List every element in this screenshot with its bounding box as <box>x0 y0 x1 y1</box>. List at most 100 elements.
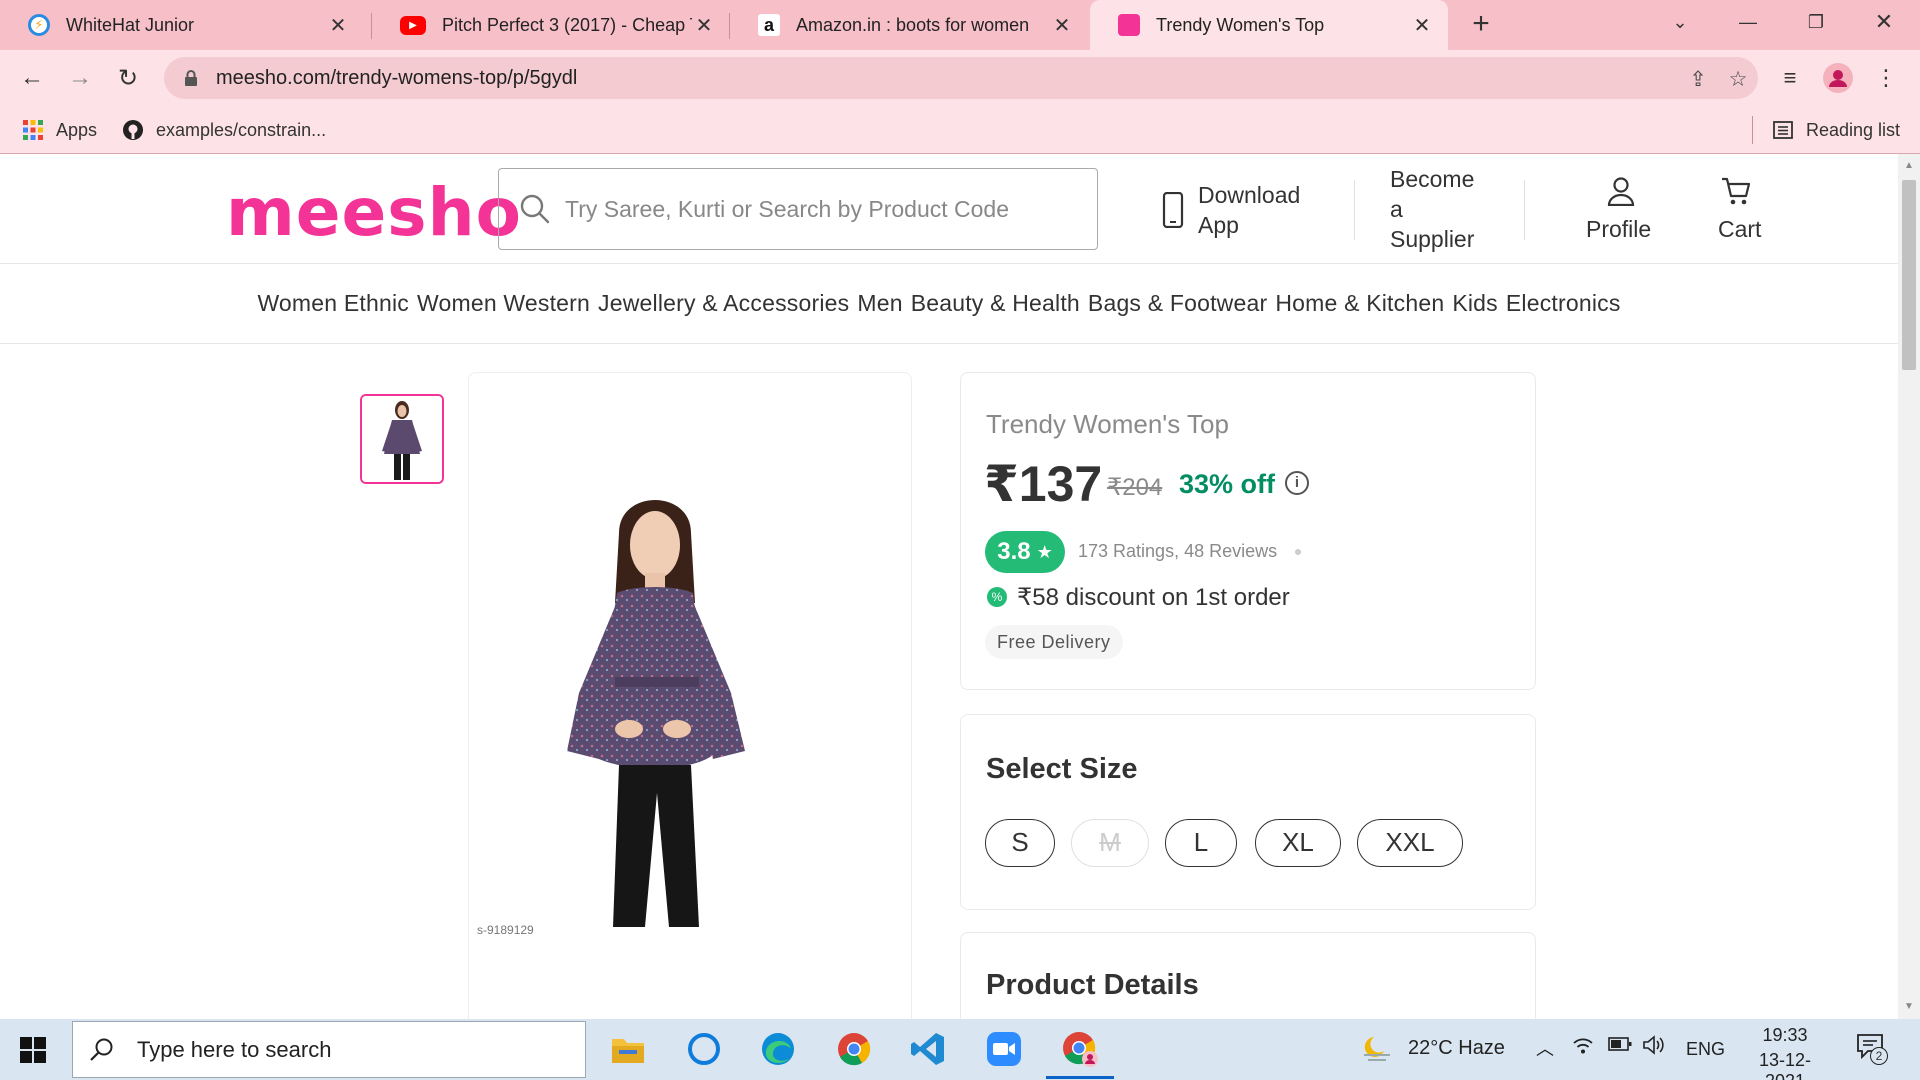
close-icon[interactable]: ✕ <box>326 13 350 38</box>
chrome-profile-icon[interactable] <box>1046 1029 1114 1079</box>
category-nav: Women Ethnic Women Western Jewellery & A… <box>0 264 1898 344</box>
price-card: Trendy Women's Top ₹137 ₹204 33% off i 3… <box>960 372 1536 690</box>
cart-link[interactable]: Cart <box>1712 176 1782 246</box>
vscode-icon[interactable] <box>908 1029 948 1069</box>
product-main-image[interactable]: s-9189129 <box>468 372 912 1019</box>
category-women-ethnic[interactable]: Women Ethnic <box>257 290 409 317</box>
browser-toolbar: ← → ↻ meesho.com/trendy-womens-top/p/5gy… <box>0 50 1920 106</box>
tab-title: Amazon.in : boots for women <box>796 14 1030 35</box>
tab-search-chevron-icon[interactable]: ⌄ <box>1650 0 1710 44</box>
weather-widget[interactable]: 22°C Haze <box>1360 1031 1520 1069</box>
category-kids[interactable]: Kids <box>1452 290 1498 317</box>
search-icon <box>520 194 550 224</box>
close-icon[interactable]: ✕ <box>692 13 716 38</box>
info-icon[interactable]: i <box>1285 471 1309 495</box>
download-app-link[interactable]: Download App <box>1160 178 1330 242</box>
cart-icon <box>1722 177 1751 205</box>
category-jewellery[interactable]: Jewellery & Accessories <box>598 290 849 317</box>
network-wifi-icon[interactable] <box>1572 1035 1594 1061</box>
file-explorer-icon[interactable] <box>608 1029 648 1069</box>
clock[interactable]: 19:33 13-12-2021 <box>1740 1025 1830 1080</box>
show-hidden-icons-chevron[interactable]: ︿ <box>1536 1035 1554 1061</box>
forward-button[interactable]: → <box>64 62 96 94</box>
size-s[interactable]: S <box>985 819 1055 867</box>
search-icon <box>90 1038 113 1061</box>
discount-percent-icon: % <box>987 587 1007 607</box>
tab-meesho[interactable]: Trendy Women's Top ✕ <box>1090 0 1448 50</box>
mobile-phone-icon <box>1162 192 1184 228</box>
profile-link[interactable]: Profile <box>1576 176 1666 246</box>
clock-time: 19:33 <box>1762 1025 1808 1045</box>
site-search-box[interactable] <box>498 168 1098 250</box>
reload-button[interactable]: ↻ <box>112 62 144 94</box>
menu-kebab-icon[interactable]: ⋮ <box>1870 62 1902 94</box>
bookmarks-bar: Apps examples/constrain... Reading list <box>0 106 1920 154</box>
notification-center-icon[interactable]: 2 <box>1856 1033 1892 1067</box>
size-xxl[interactable]: XXL <box>1357 819 1463 867</box>
category-beauty[interactable]: Beauty & Health <box>911 290 1080 317</box>
category-electronics[interactable]: Electronics <box>1506 290 1621 317</box>
size-l[interactable]: L <box>1165 819 1237 867</box>
scroll-thumb[interactable] <box>1902 180 1916 370</box>
tab-youtube[interactable]: ▶ Pitch Perfect 3 (2017) - Cheap Th ✕ <box>372 0 730 50</box>
zoom-icon[interactable] <box>984 1029 1024 1069</box>
tab-title: Pitch Perfect 3 (2017) - Cheap Th <box>442 14 692 35</box>
bookmark-examples[interactable]: examples/constrain... <box>122 116 326 144</box>
lock-icon[interactable] <box>184 70 198 86</box>
rating-value: 3.8 <box>997 538 1031 565</box>
category-women-western[interactable]: Women Western <box>417 290 590 317</box>
language-indicator[interactable]: ENG <box>1686 1039 1725 1060</box>
browser-chrome: ⚡ WhiteHat Junior ✕ ▶ Pitch Perfect 3 (2… <box>0 0 1920 154</box>
reading-list-icon <box>1773 121 1793 139</box>
scroll-up-arrow[interactable]: ▲ <box>1898 156 1920 176</box>
category-home[interactable]: Home & Kitchen <box>1275 290 1444 317</box>
reading-list-label: Reading list <box>1806 119 1901 140</box>
chrome-icon[interactable] <box>834 1029 874 1069</box>
become-supplier-link[interactable]: Become a Supplier <box>1390 162 1510 258</box>
product-sku: s-9189129 <box>477 923 534 937</box>
address-bar[interactable]: meesho.com/trendy-womens-top/p/5gydl ⇪ ☆ <box>164 57 1758 99</box>
github-icon <box>123 120 143 140</box>
bookmark-star-icon[interactable]: ☆ <box>1724 65 1752 93</box>
category-bags[interactable]: Bags & Footwear <box>1088 290 1267 317</box>
window-close-button[interactable]: ✕ <box>1854 0 1914 44</box>
new-tab-button[interactable]: + <box>1464 8 1498 42</box>
product-price: ₹137 <box>984 456 1103 512</box>
minimize-button[interactable]: — <box>1718 0 1778 44</box>
product-thumbnail[interactable] <box>360 394 444 484</box>
tab-whitehat[interactable]: ⚡ WhiteHat Junior ✕ <box>0 0 364 50</box>
restore-button[interactable]: ❐ <box>1786 0 1846 44</box>
reading-list-button[interactable]: Reading list <box>1772 116 1900 144</box>
edge-icon[interactable] <box>758 1029 798 1069</box>
share-icon[interactable]: ⇪ <box>1684 65 1712 93</box>
taskbar-search-box[interactable]: Type here to search <box>72 1021 586 1078</box>
youtube-icon: ▶ <box>400 15 426 35</box>
tab-amazon[interactable]: a Amazon.in : boots for women ✕ <box>730 0 1088 50</box>
scroll-down-arrow[interactable]: ▼ <box>1898 997 1920 1017</box>
meesho-logo[interactable]: meesho <box>226 174 522 251</box>
close-icon[interactable]: ✕ <box>1050 13 1074 38</box>
windows-start-icon[interactable] <box>20 1037 46 1063</box>
first-order-discount: ₹58 discount on 1st order <box>1017 584 1290 611</box>
page-scrollbar[interactable]: ▲ ▼ <box>1898 154 1920 1019</box>
bookmark-label: Apps <box>56 119 98 140</box>
profile-avatar-icon[interactable] <box>1822 62 1854 94</box>
category-men[interactable]: Men <box>857 290 902 317</box>
search-input[interactable] <box>565 195 1065 223</box>
cortana-icon[interactable] <box>684 1029 724 1069</box>
close-icon[interactable]: ✕ <box>1410 13 1434 38</box>
media-control-icon[interactable]: ≡ <box>1774 62 1806 94</box>
discount-percent: 33% off <box>1179 469 1276 499</box>
battery-icon[interactable] <box>1608 1035 1632 1058</box>
size-m: M <box>1071 819 1149 867</box>
product-details-title: Product Details <box>986 969 1199 1001</box>
volume-icon[interactable] <box>1642 1035 1666 1061</box>
back-button[interactable]: ← <box>16 62 48 94</box>
size-xl[interactable]: XL <box>1255 819 1341 867</box>
meesho-icon <box>1118 14 1140 36</box>
rating-badge[interactable]: 3.8 ★ <box>985 531 1065 573</box>
bookmark-apps[interactable]: Apps <box>22 116 97 144</box>
rating-count[interactable]: 173 Ratings, 48 Reviews <box>1078 541 1277 562</box>
supplier-line3: Supplier <box>1390 226 1475 252</box>
star-icon: ★ <box>1036 541 1053 562</box>
